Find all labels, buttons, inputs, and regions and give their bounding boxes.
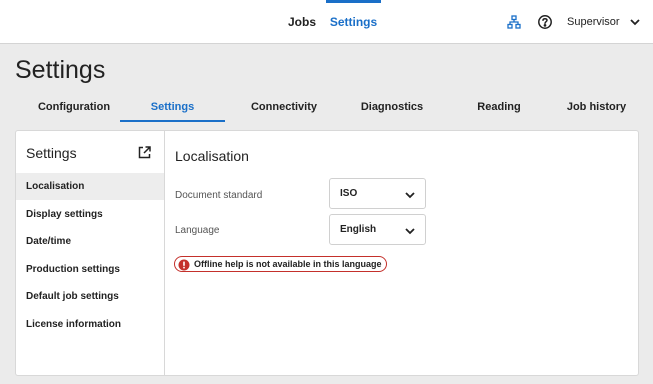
sidebar-item-date-time[interactable]: Date/time [16,228,164,255]
section-title: Localisation [175,148,249,164]
tab-job-history[interactable]: Job history [559,92,634,122]
tab-reading[interactable]: Reading [464,92,534,122]
user-menu-label[interactable]: Supervisor [567,0,620,44]
sidebar-title: Settings [26,145,77,161]
settings-sidebar: Settings Localisation Display settings D… [16,131,165,375]
warning-text: Offline help is not available in this la… [194,259,382,269]
document-standard-value: ISO [340,188,358,199]
top-bar: Jobs Settings Supervisor [0,0,653,44]
nav-settings[interactable]: Settings [326,0,381,44]
sidebar-item-display-settings[interactable]: Display settings [16,201,164,228]
language-label: Language [175,225,220,236]
error-icon [178,258,190,271]
tab-configuration[interactable]: Configuration [29,92,119,122]
tab-diagnostics[interactable]: Diagnostics [347,92,437,122]
page-title: Settings [15,56,106,84]
nav-settings-label: Settings [329,15,378,29]
nav-jobs[interactable]: Jobs [284,0,320,44]
document-standard-label: Document standard [175,190,263,201]
tab-settings[interactable]: Settings [120,92,225,122]
chevron-down-icon [404,188,416,200]
sidebar-item-localisation[interactable]: Localisation [16,173,164,200]
settings-panel: Settings Localisation Display settings D… [15,130,639,376]
chevron-down-icon[interactable] [628,15,642,29]
external-link-icon[interactable] [137,145,152,160]
help-icon[interactable] [536,13,554,31]
active-nav-indicator [326,0,381,3]
offline-help-warning: Offline help is not available in this la… [174,256,387,272]
network-icon[interactable] [505,13,523,31]
tab-connectivity[interactable]: Connectivity [239,92,329,122]
chevron-down-icon [404,224,416,236]
sidebar-item-license-information[interactable]: License information [16,311,164,338]
settings-tabs: Configuration Settings Connectivity Diag… [14,92,639,122]
language-select[interactable]: English [329,214,426,245]
document-standard-select[interactable]: ISO [329,178,426,209]
sidebar-item-default-job-settings[interactable]: Default job settings [16,283,164,310]
language-value: English [340,224,377,235]
sidebar-item-production-settings[interactable]: Production settings [16,256,164,283]
